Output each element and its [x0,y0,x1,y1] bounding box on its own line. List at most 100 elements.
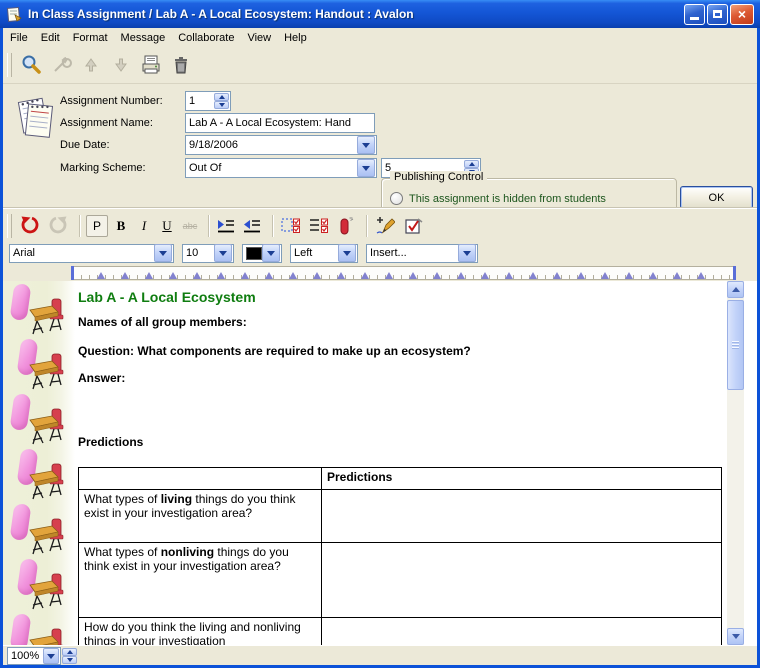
tab-stop-marker[interactable] [529,272,537,279]
tab-stop-marker[interactable] [553,272,561,279]
arrow-down-icon[interactable] [108,52,134,78]
alignment-select[interactable]: Left [290,244,358,263]
menu-format[interactable]: Format [73,30,115,46]
font-family-select[interactable]: Arial [9,244,174,263]
left-margin-marker[interactable] [71,266,78,280]
scroll-up-icon[interactable] [727,281,744,298]
tools-icon[interactable] [48,52,74,78]
close-button[interactable]: × [730,4,754,25]
tab-stop-marker[interactable] [505,272,513,279]
ruler-band [72,266,735,280]
menu-file[interactable]: File [10,30,35,46]
font-color-select[interactable] [242,244,282,263]
insert-dropdown-icon[interactable] [458,244,476,262]
tab-stop-marker[interactable] [289,272,297,279]
zoom-spin-buttons[interactable] [62,648,77,664]
menu-help[interactable]: Help [284,30,314,46]
checkbox-field-icon[interactable] [279,214,303,238]
zoom-level-select[interactable]: 100% [7,647,61,665]
menu-message[interactable]: Message [121,30,173,46]
tab-stop-marker[interactable] [649,272,657,279]
marking-scheme-select[interactable]: Out Of [185,158,377,178]
tab-stop-marker[interactable] [625,272,633,279]
bold-button[interactable]: B [111,216,131,236]
menu-edit[interactable]: Edit [41,30,67,46]
tab-stop-marker[interactable] [409,272,417,279]
hidden-radio[interactable] [390,192,403,205]
indent-icon[interactable] [215,215,237,237]
outdent-icon[interactable] [241,215,263,237]
tab-stop-marker[interactable] [433,272,441,279]
minimize-button[interactable] [684,4,705,25]
desk-icon [27,517,67,559]
due-date-dropdown-icon[interactable] [357,136,375,154]
tab-stop-marker[interactable] [481,272,489,279]
font-family-dropdown-icon[interactable] [154,244,172,262]
tab-stop-marker[interactable] [457,272,465,279]
trash-icon[interactable] [168,52,194,78]
approve-check-icon[interactable] [401,214,425,238]
vertical-scrollbar[interactable] [727,281,744,645]
tab-stop-marker[interactable] [601,272,609,279]
search-icon[interactable] [18,52,44,78]
due-date-select[interactable]: 9/18/2006 [185,135,377,155]
tab-stop-marker[interactable] [121,272,129,279]
list-field-icon[interactable] [307,214,331,238]
text-field-icon[interactable] [335,214,357,238]
tab-stop-marker[interactable] [337,272,345,279]
font-color-dropdown-icon[interactable] [262,244,280,262]
desk-icon [27,462,67,504]
zoom-dropdown-icon[interactable] [43,648,59,664]
assignment-number-stepper[interactable]: 1 [185,91,231,111]
header-cell-blank[interactable] [79,468,322,490]
tab-stop-marker[interactable] [145,272,153,279]
right-margin-marker[interactable] [729,266,736,280]
maximize-button[interactable] [707,4,728,25]
underline-button[interactable]: U [157,216,177,236]
question-cell[interactable]: How do you think the living and nonlivin… [79,618,322,646]
header-cell-predictions[interactable]: Predictions [322,468,722,490]
tab-stop-marker[interactable] [169,272,177,279]
section-heading: Predictions [78,435,143,449]
scrollbar-thumb[interactable] [727,300,744,390]
tab-stop-marker[interactable] [217,272,225,279]
tab-stop-marker[interactable] [697,272,705,279]
paragraph-style-button[interactable]: P [86,215,108,237]
arrow-up-icon[interactable] [78,52,104,78]
answer-cell[interactable] [322,490,722,543]
tab-stop-marker[interactable] [313,272,321,279]
print-icon[interactable] [138,52,164,78]
font-size-select[interactable]: 10 [182,244,234,263]
tab-stop-marker[interactable] [385,272,393,279]
tab-stop-marker[interactable] [361,272,369,279]
document-editor-pane[interactable]: Lab A - A Local Ecosystem Names of all g… [3,281,757,645]
marking-scheme-dropdown-icon[interactable] [357,159,375,177]
tab-stop-marker[interactable] [97,272,105,279]
number-spin-buttons[interactable] [214,93,229,109]
alignment-dropdown-icon[interactable] [338,244,356,262]
answer-cell[interactable] [322,618,722,646]
question-cell[interactable]: What types of living things do you think… [79,490,322,543]
italic-button[interactable]: I [134,216,154,236]
menu-collaborate[interactable]: Collaborate [178,30,241,46]
scroll-down-icon[interactable] [727,628,744,645]
question-cell[interactable]: What types of nonliving things do you th… [79,543,322,618]
font-size-dropdown-icon[interactable] [214,244,232,262]
tab-stop-marker[interactable] [577,272,585,279]
tab-stop-marker[interactable] [193,272,201,279]
insert-select[interactable]: Insert... [366,244,478,263]
undo-icon[interactable] [18,214,42,238]
answer-cell[interactable] [322,543,722,618]
pencil-add-icon[interactable] [373,214,397,238]
assignment-name-input[interactable] [185,113,375,133]
strikethrough-button[interactable]: abc [180,216,200,236]
menu-view[interactable]: View [247,30,278,46]
document-paragraph: Names of all group members: [78,315,247,329]
editor-toolbar: P B I U abc [3,209,757,242]
desk-icon [27,407,67,449]
tab-stop-marker[interactable] [673,272,681,279]
tab-stop-marker[interactable] [241,272,249,279]
tab-stop-marker[interactable] [265,272,273,279]
redo-icon[interactable] [46,214,70,238]
ok-button[interactable]: OK [680,186,753,209]
